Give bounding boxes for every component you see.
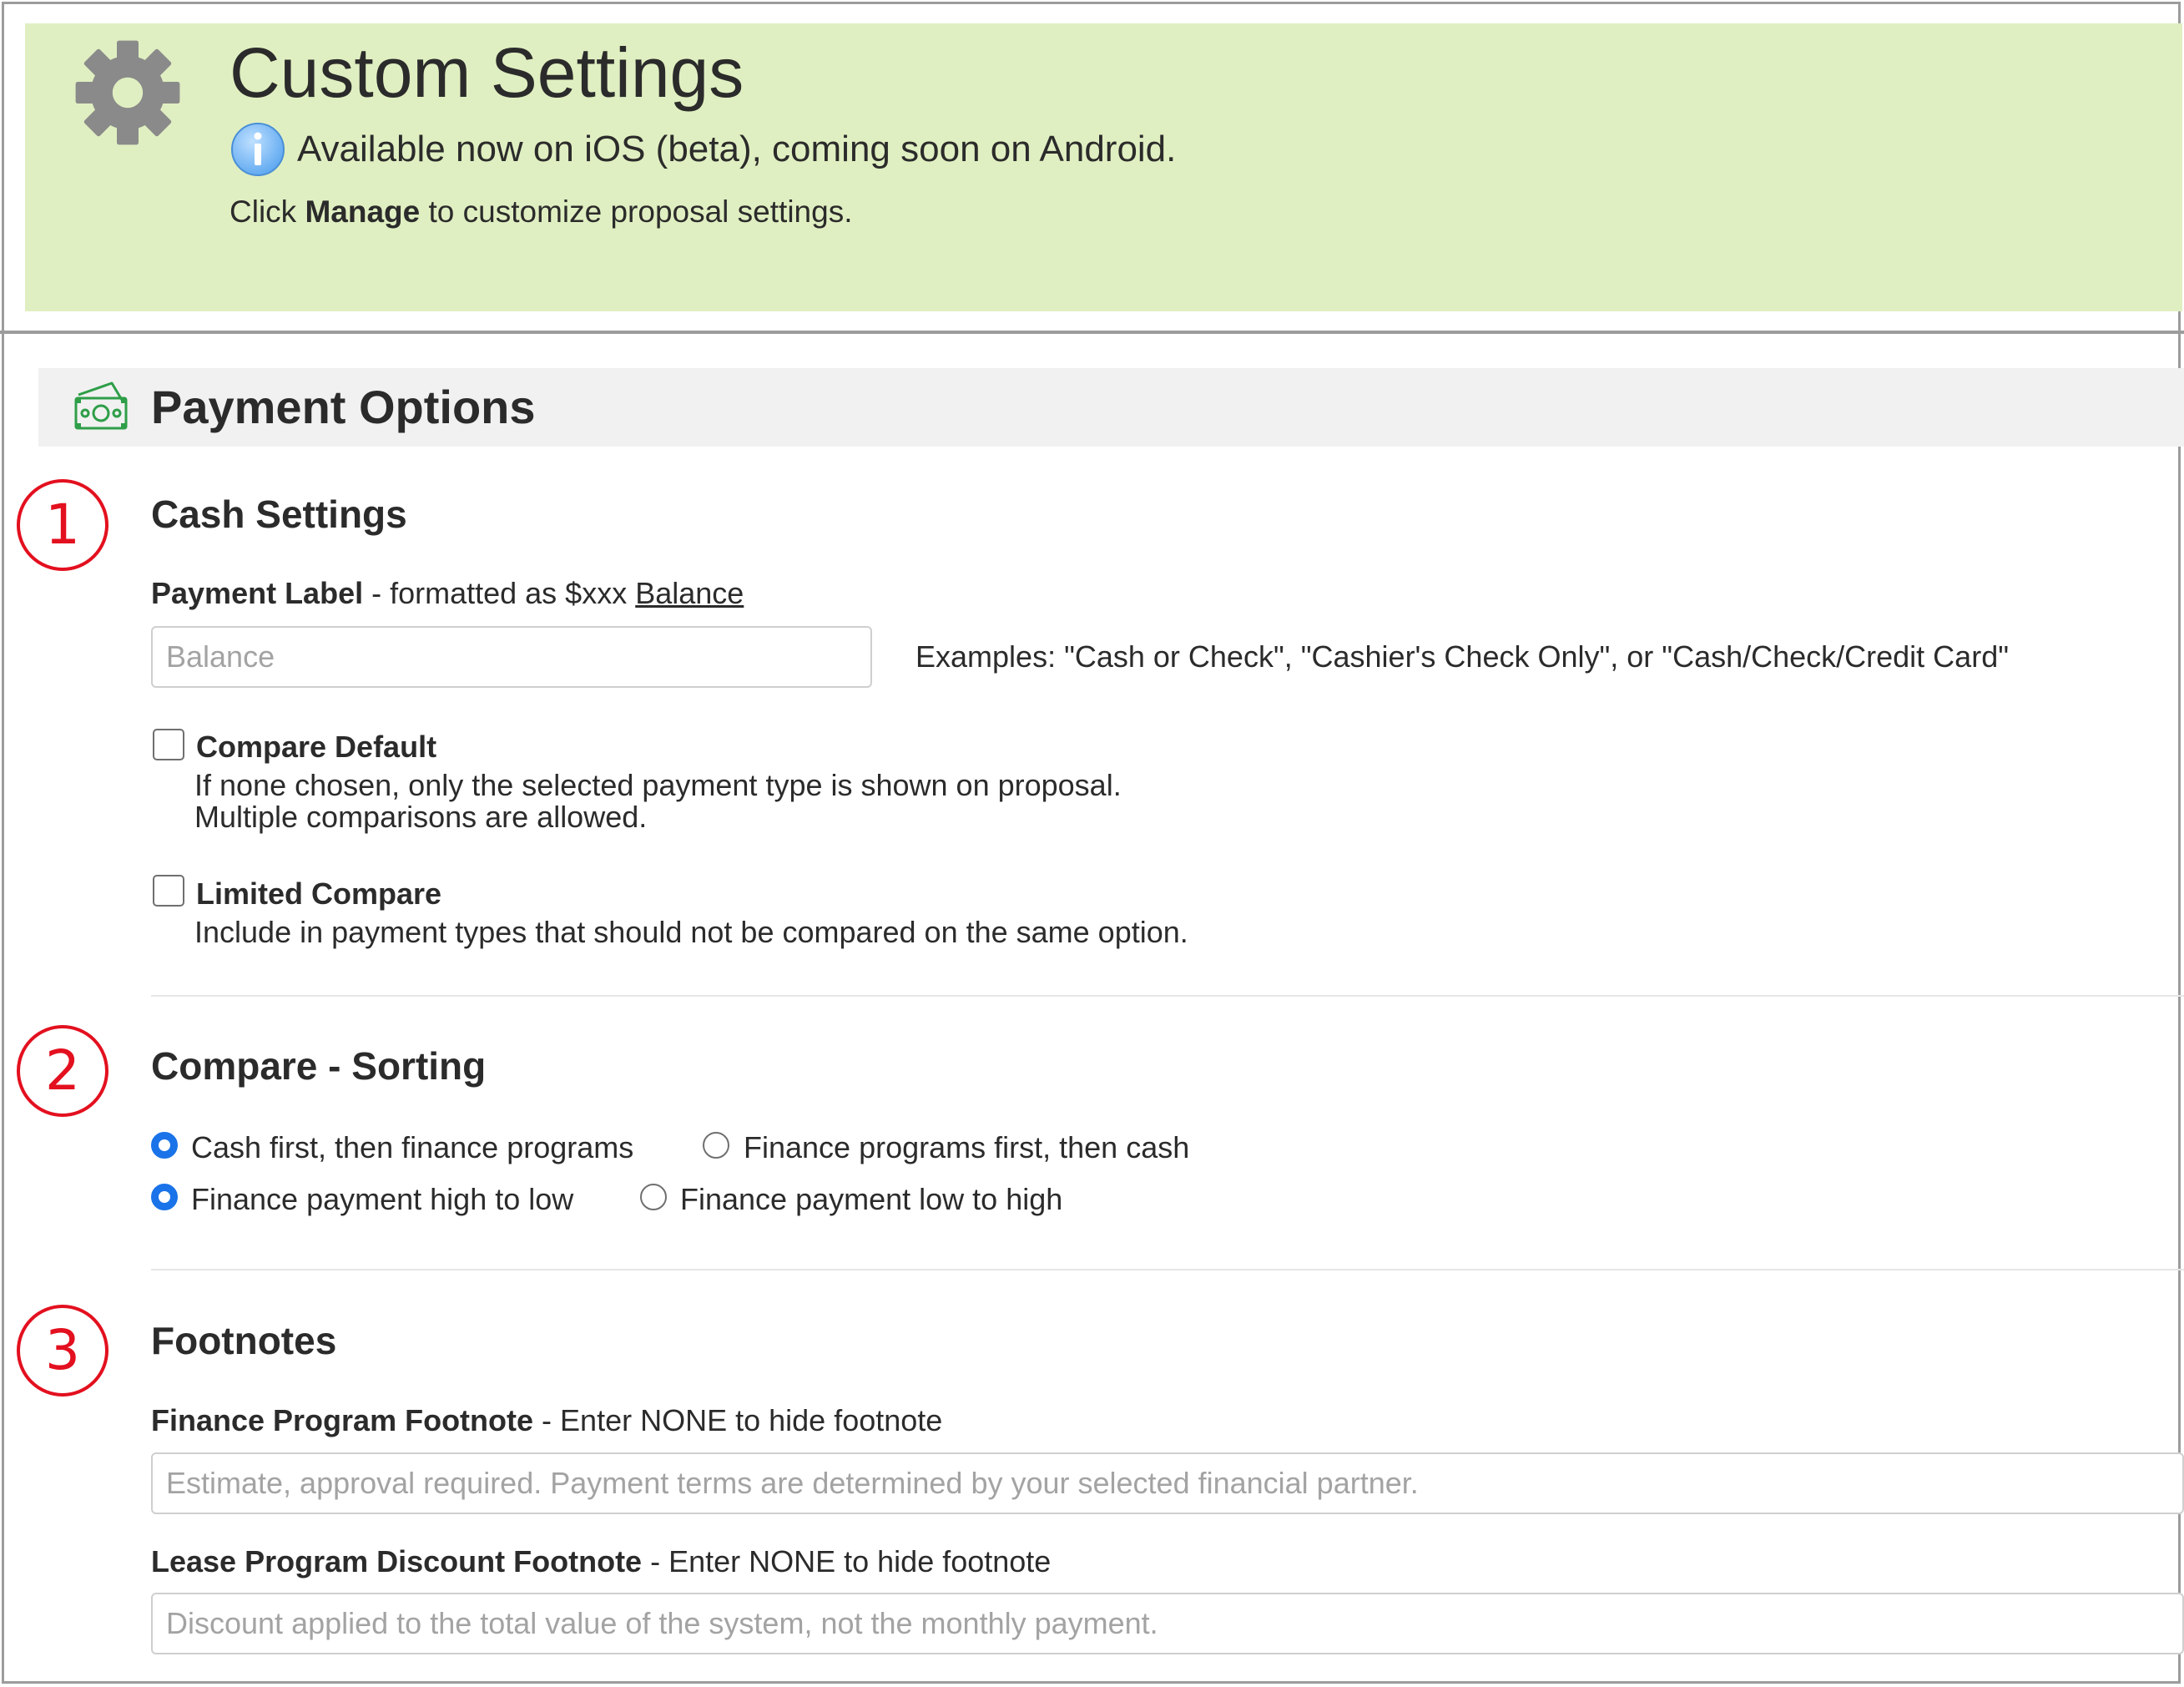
radio-high-to-low-label: Finance payment high to low: [191, 1182, 574, 1216]
limited-compare-label: Limited Compare: [196, 876, 442, 911]
radio-cash-first-label: Cash first, then finance programs: [191, 1130, 634, 1164]
finance-footnote-caption: Finance Program Footnote - Enter NONE to…: [151, 1402, 942, 1440]
instructions-prefix: Click: [229, 194, 305, 229]
gear-icon: [75, 40, 180, 145]
step-marker-2: 2: [17, 1025, 108, 1117]
payment-label-caption-rest: - formatted as $xxx: [363, 576, 636, 610]
payment-label-caption-bold: Payment Label: [151, 576, 364, 610]
payment-label-input[interactable]: [151, 626, 872, 688]
lease-footnote-caption: Lease Program Discount Footnote - Enter …: [151, 1543, 1051, 1581]
radio-high-to-low[interactable]: [151, 1184, 178, 1210]
footnotes-heading: Footnotes: [151, 1319, 337, 1362]
limited-compare-checkbox[interactable]: [153, 875, 184, 907]
section-divider-2: [151, 1269, 2184, 1270]
banner-instructions: Click Manage to customize proposal setti…: [229, 192, 852, 232]
info-icon: [231, 123, 285, 176]
page-title: Custom Settings: [229, 33, 744, 112]
radio-cash-first[interactable]: [151, 1132, 178, 1159]
instructions-suffix: to customize proposal settings.: [420, 194, 853, 229]
finance-footnote-caption-bold: Finance Program Footnote: [151, 1403, 534, 1437]
step-marker-3: 3: [17, 1305, 108, 1397]
radio-low-to-high-label: Finance payment low to high: [680, 1182, 1063, 1216]
lease-footnote-caption-bold: Lease Program Discount Footnote: [151, 1544, 643, 1578]
compare-default-label: Compare Default: [196, 730, 437, 764]
section-title: Payment Options: [151, 381, 536, 433]
payment-label-caption: Payment Label - formatted as $xxx Balanc…: [151, 574, 744, 613]
finance-footnote-caption-rest: - Enter NONE to hide footnote: [533, 1403, 943, 1437]
radio-finance-first[interactable]: [703, 1132, 729, 1159]
compare-default-description-line1: If none chosen, only the selected paymen…: [194, 768, 1122, 802]
payment-label-examples: Examples: "Cash or Check", "Cashier's Ch…: [915, 639, 2009, 674]
compare-default-description-line2: Multiple comparisons are allowed.: [194, 800, 648, 834]
payment-label-caption-link: Balance: [635, 576, 744, 610]
section-divider-1: [151, 995, 2184, 997]
radio-low-to-high[interactable]: [640, 1184, 667, 1210]
availability-notice: Available now on iOS (beta), coming soon…: [297, 129, 1177, 169]
money-icon: [74, 381, 128, 430]
compare-default-checkbox[interactable]: [153, 729, 184, 760]
compare-sorting-heading: Compare - Sorting: [151, 1044, 487, 1088]
finance-footnote-input[interactable]: [151, 1452, 2184, 1514]
header-divider: [0, 331, 2184, 334]
radio-finance-first-label: Finance programs first, then cash: [744, 1130, 1190, 1164]
lease-footnote-input[interactable]: [151, 1593, 2184, 1654]
step-marker-1: 1: [17, 479, 108, 571]
cash-settings-heading: Cash Settings: [151, 492, 407, 536]
limited-compare-description: Include in payment types that should not…: [194, 915, 1188, 949]
lease-footnote-caption-rest: - Enter NONE to hide footnote: [642, 1544, 1052, 1578]
instructions-manage-keyword: Manage: [305, 194, 421, 229]
